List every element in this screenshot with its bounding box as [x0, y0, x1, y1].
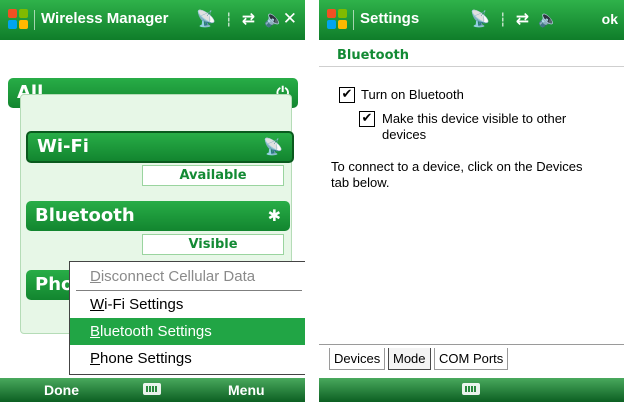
volume-icon[interactable]: 🔈 [264, 9, 284, 28]
menu-item-disconnect-cellular: Disconnect Cellular Data [90, 268, 256, 285]
wifi-toggle-bar[interactable]: Wi-Fi 📡 [26, 131, 294, 163]
wifi-label: Wi-Fi [37, 136, 89, 157]
volume-icon[interactable]: 🔈 [538, 9, 558, 28]
signal-icon[interactable]: ┆ [499, 13, 507, 28]
bluetooth-label: Bluetooth [35, 205, 135, 226]
section-heading: Bluetooth [337, 48, 409, 63]
heading-divider [319, 66, 624, 67]
visible-label-line1: Make this device visible to other [382, 111, 567, 126]
tab-devices[interactable]: Devices [329, 348, 386, 370]
visible-checkbox[interactable]: ✔ [359, 111, 375, 127]
status-icons: 📡 ┆ ⇄ 🔈 [196, 9, 293, 28]
keyboard-icon[interactable] [462, 383, 480, 395]
network-icon[interactable]: ⇄ [516, 9, 529, 28]
window-title: Wireless Manager [41, 10, 169, 27]
tab-com-ports[interactable]: COM Ports [434, 348, 509, 370]
start-windows-icon[interactable] [8, 9, 30, 31]
menu-item-phone-settings[interactable]: Phone Settings [70, 345, 305, 372]
wifi-antenna-icon: 📡 [263, 137, 283, 156]
softkey-bar [319, 378, 624, 402]
turn-on-bluetooth-label: Turn on Bluetooth [361, 87, 464, 102]
info-line1: To connect to a device, click on the Dev… [331, 159, 583, 174]
status-icons: 📡 ┆ ⇄ 🔈 [470, 9, 567, 28]
bluetooth-settings-screen: Settings 📡 ┆ ⇄ 🔈 ok Bluetooth ✔ Turn on Blu… [319, 0, 624, 402]
wireless-manager-screen: Wireless Manager 📡 ┆ ⇄ 🔈 ✕ All ⏻ Wi-Fi 📡 Av… [0, 0, 305, 402]
window-title: Settings [360, 10, 420, 27]
title-bar: Settings 📡 ┆ ⇄ 🔈 ok [319, 0, 624, 40]
turn-on-bluetooth-checkbox[interactable]: ✔ [339, 87, 355, 103]
title-separator [34, 10, 35, 30]
info-line2: tab below. [331, 175, 390, 190]
context-menu: Disconnect Cellular Data Wi-Fi Settings … [69, 261, 305, 375]
bluetooth-icon: ✱ [267, 206, 281, 225]
ok-button[interactable]: ok [602, 11, 618, 27]
start-windows-icon[interactable] [327, 9, 349, 31]
bluetooth-status: Visible [142, 234, 284, 255]
bluetooth-toggle-bar[interactable]: Bluetooth ✱ [26, 201, 290, 231]
visible-label-line2: devices [382, 127, 427, 142]
network-icon[interactable]: ⇄ [242, 9, 255, 28]
tab-mode[interactable]: Mode [388, 348, 431, 370]
softkey-bar: Done Menu [0, 378, 305, 402]
phone-label: Pho [35, 274, 74, 295]
close-button[interactable]: ✕ [283, 9, 297, 29]
keyboard-icon[interactable] [143, 383, 161, 395]
menu-item-bluetooth-settings[interactable]: Bluetooth Settings [70, 318, 305, 345]
antenna-icon[interactable]: 📡 [470, 9, 490, 28]
signal-icon[interactable]: ┆ [225, 13, 233, 28]
antenna-icon[interactable]: 📡 [196, 9, 216, 28]
wifi-status: Available [142, 165, 284, 186]
title-bar: Wireless Manager 📡 ┆ ⇄ 🔈 ✕ [0, 0, 305, 40]
menu-item-wifi-settings[interactable]: Wi-Fi Settings [70, 291, 305, 318]
done-softkey[interactable]: Done [44, 382, 79, 398]
menu-softkey[interactable]: Menu [228, 382, 265, 398]
tab-strip: Devices Mode COM Ports [319, 344, 624, 371]
title-separator [353, 10, 354, 30]
